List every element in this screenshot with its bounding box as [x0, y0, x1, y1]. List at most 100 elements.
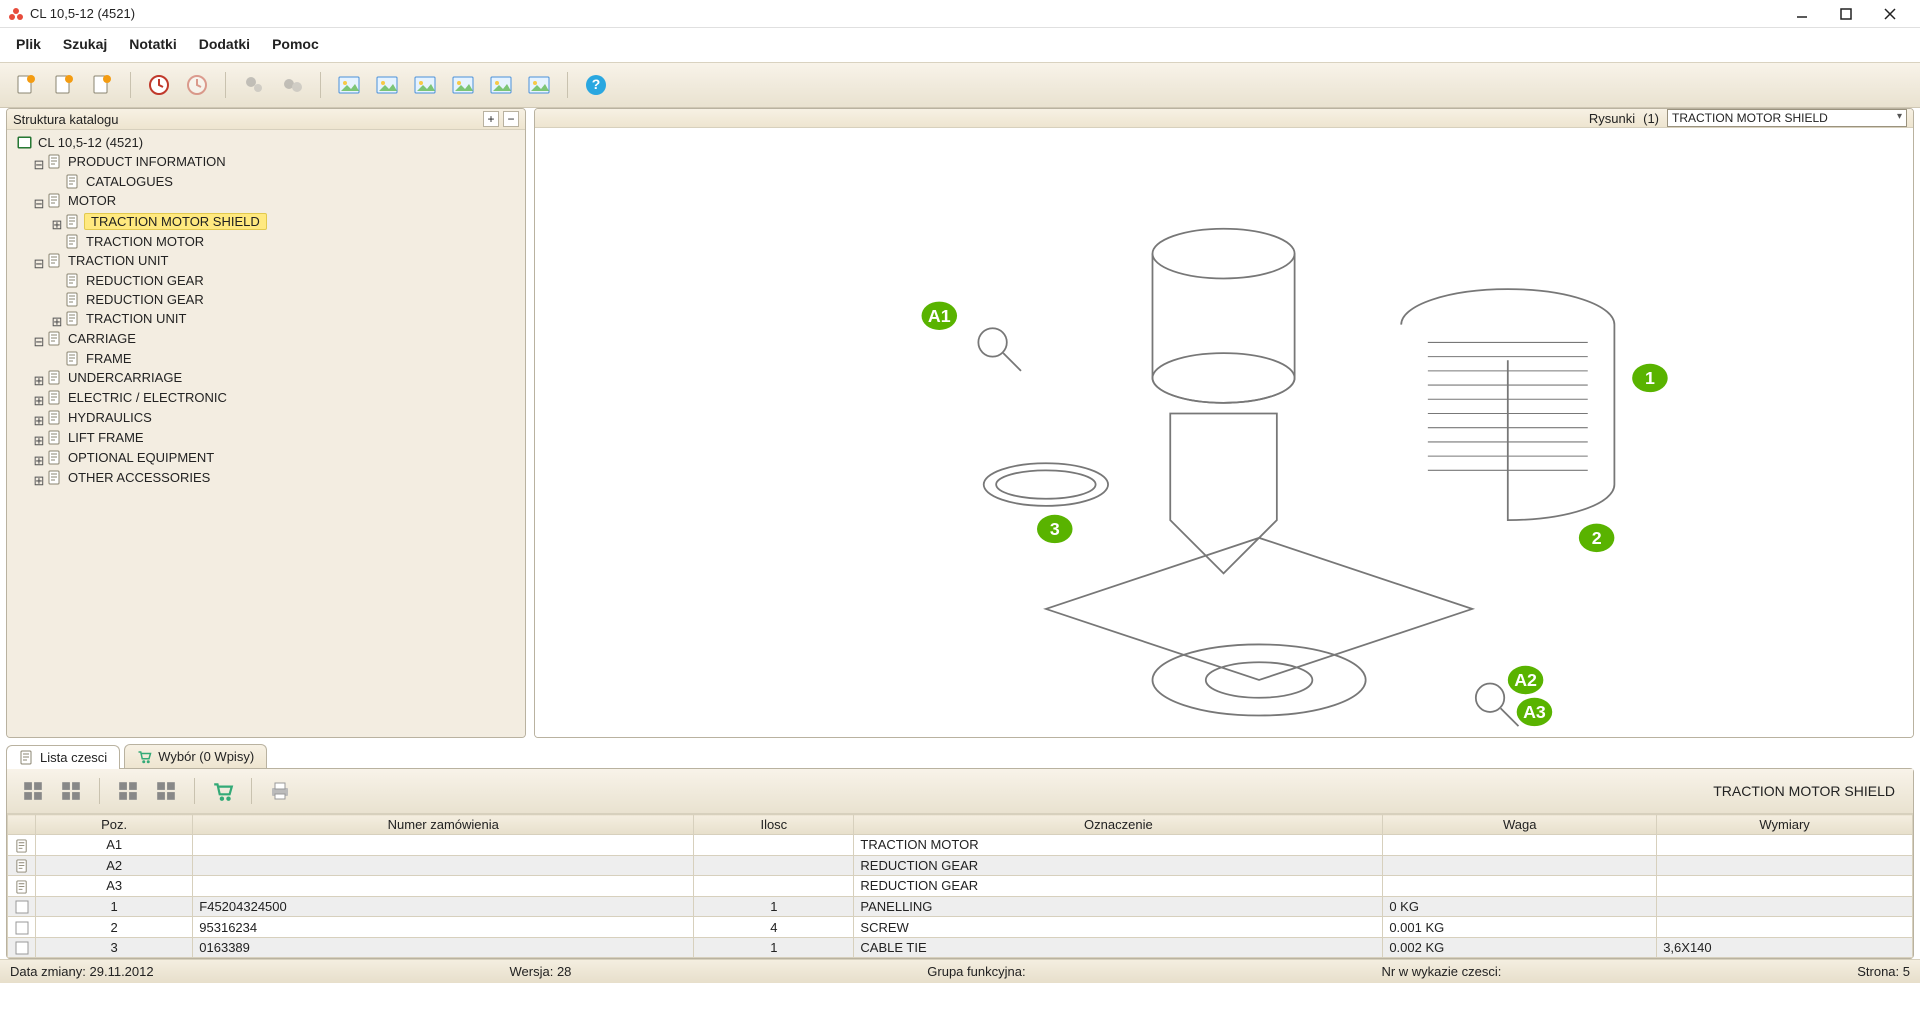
- callout-2[interactable]: 2: [1579, 523, 1615, 551]
- tree-toggle-icon[interactable]: ⊞: [51, 314, 63, 330]
- table-row[interactable]: A2REDUCTION GEAR: [8, 855, 1913, 876]
- pt-grid3-icon[interactable]: [150, 775, 182, 807]
- tree-node[interactable]: TRACTION UNIT: [45, 252, 172, 269]
- doc-icon: [65, 311, 80, 326]
- tree-toggle-icon[interactable]: ⊞: [51, 217, 63, 233]
- tree-node[interactable]: ELECTRIC / ELECTRONIC: [45, 389, 231, 406]
- tree-node[interactable]: OTHER ACCESSORIES: [45, 469, 214, 486]
- cell-weight: 0.002 KG: [1383, 937, 1657, 958]
- tree-node[interactable]: LIFT FRAME: [45, 429, 148, 446]
- col-header[interactable]: Numer zamówienia: [193, 815, 694, 835]
- tree-node[interactable]: TRACTION UNIT: [63, 310, 190, 327]
- pt-grid-add-icon[interactable]: [17, 775, 49, 807]
- tree-toggle-icon[interactable]: ⊟: [33, 334, 45, 350]
- tree-root-node[interactable]: CL 10,5-12 (4521): [15, 134, 147, 151]
- tb-help-icon[interactable]: [580, 69, 612, 101]
- pt-grid2-icon[interactable]: [112, 775, 144, 807]
- tb-new-doc-icon[interactable]: [48, 69, 80, 101]
- tree-node[interactable]: PRODUCT INFORMATION: [45, 153, 230, 170]
- col-header[interactable]: Waga: [1383, 815, 1657, 835]
- tb-image5-icon[interactable]: [523, 69, 555, 101]
- tree-node[interactable]: TRACTION MOTOR: [63, 233, 208, 250]
- table-row[interactable]: 2953162344SCREW0.001 KG: [8, 917, 1913, 938]
- drawing-label: Rysunki: [1589, 111, 1635, 126]
- tree-toggle-icon[interactable]: ⊞: [33, 433, 45, 449]
- callout-A1[interactable]: A1: [922, 301, 958, 329]
- cell-poz: A1: [36, 835, 193, 856]
- tree-node[interactable]: REDUCTION GEAR: [63, 291, 208, 308]
- cell-qty: 4: [694, 917, 854, 938]
- tree-toggle-icon[interactable]: ⊞: [33, 453, 45, 469]
- tree-toggle-icon[interactable]: ⊞: [33, 393, 45, 409]
- cell-qty: [694, 855, 854, 876]
- callout-3[interactable]: 3: [1037, 514, 1073, 542]
- tree-node[interactable]: UNDERCARRIAGE: [45, 369, 186, 386]
- close-button[interactable]: [1868, 0, 1912, 28]
- pt-print-icon[interactable]: [264, 775, 296, 807]
- tree-node[interactable]: REDUCTION GEAR: [63, 272, 208, 289]
- tb-gears2-icon[interactable]: [276, 69, 308, 101]
- parts-toolbar: TRACTION MOTOR SHIELD: [7, 769, 1913, 814]
- cell-dim: [1657, 876, 1913, 897]
- col-header[interactable]: Wymiary: [1657, 815, 1913, 835]
- menu-szukaj[interactable]: Szukaj: [53, 32, 117, 56]
- tb-image3-icon[interactable]: [409, 69, 441, 101]
- tb-image4-icon[interactable]: [485, 69, 517, 101]
- tree-node[interactable]: CARRIAGE: [45, 330, 140, 347]
- tb-refresh-icon[interactable]: [181, 69, 213, 101]
- checkbox-icon[interactable]: [15, 941, 29, 955]
- tab-selection[interactable]: Wybór (0 Wpisy): [124, 744, 267, 768]
- col-header[interactable]: Ilosc: [694, 815, 854, 835]
- checkbox-icon[interactable]: [15, 921, 29, 935]
- catalog-tree[interactable]: CL 10,5-12 (4521)⊟PRODUCT INFORMATIONCAT…: [7, 130, 525, 737]
- tree-toggle-icon[interactable]: ⊞: [33, 473, 45, 489]
- tree-node[interactable]: TRACTION MOTOR SHIELD: [63, 212, 269, 231]
- menu-notatki[interactable]: Notatki: [119, 32, 186, 56]
- pt-cart-icon[interactable]: [207, 775, 239, 807]
- tb-gears-icon[interactable]: [238, 69, 270, 101]
- table-row[interactable]: 1F452043245001PANELLING0 KG: [8, 896, 1913, 917]
- vertical-splitter[interactable]: [526, 108, 534, 738]
- drawing-canvas[interactable]: A1 1 2 3 A2 A3: [535, 128, 1913, 738]
- tree-toggle-icon[interactable]: ⊞: [33, 373, 45, 389]
- tb-export-icon[interactable]: [86, 69, 118, 101]
- table-row[interactable]: A3REDUCTION GEAR: [8, 876, 1913, 897]
- tb-home-icon[interactable]: [10, 69, 42, 101]
- tree-toggle-icon[interactable]: ⊟: [33, 256, 45, 272]
- callout-A2[interactable]: A2: [1508, 665, 1544, 693]
- tb-image2-icon[interactable]: [371, 69, 403, 101]
- tb-image-crop-icon[interactable]: [447, 69, 479, 101]
- tree-node-label: ELECTRIC / ELECTRONIC: [66, 390, 229, 405]
- col-header[interactable]: Poz.: [36, 815, 193, 835]
- tree-node[interactable]: HYDRAULICS: [45, 409, 156, 426]
- col-header[interactable]: Oznaczenie: [854, 815, 1383, 835]
- tree-toggle-icon[interactable]: ⊞: [33, 413, 45, 429]
- callout-A3[interactable]: A3: [1517, 697, 1553, 725]
- tree-toggle-icon[interactable]: ⊟: [33, 196, 45, 212]
- tree-node[interactable]: FRAME: [63, 350, 136, 367]
- minimize-button[interactable]: [1780, 0, 1824, 28]
- doc-icon: [47, 450, 62, 465]
- tree-expand-all-button[interactable]: +: [483, 111, 499, 127]
- tree-collapse-all-button[interactable]: −: [503, 111, 519, 127]
- tb-image1-icon[interactable]: [333, 69, 365, 101]
- tb-clock-icon[interactable]: [143, 69, 175, 101]
- pt-grid-icon[interactable]: [55, 775, 87, 807]
- tree-node[interactable]: OPTIONAL EQUIPMENT: [45, 449, 218, 466]
- tree-node-label: REDUCTION GEAR: [84, 273, 206, 288]
- tab-parts-list[interactable]: Lista czesci: [6, 745, 120, 769]
- doc-icon: [47, 331, 62, 346]
- maximize-button[interactable]: [1824, 0, 1868, 28]
- menu-plik[interactable]: Plik: [6, 32, 51, 56]
- table-row[interactable]: 301633891CABLE TIE0.002 KG3,6X140: [8, 937, 1913, 958]
- callout-1[interactable]: 1: [1633, 363, 1669, 391]
- table-row[interactable]: A1TRACTION MOTOR: [8, 835, 1913, 856]
- checkbox-icon[interactable]: [15, 900, 29, 914]
- menu-dodatki[interactable]: Dodatki: [189, 32, 260, 56]
- cell-desc: REDUCTION GEAR: [854, 855, 1383, 876]
- tree-node[interactable]: MOTOR: [45, 192, 120, 209]
- tree-node[interactable]: CATALOGUES: [63, 173, 177, 190]
- menu-pomoc[interactable]: Pomoc: [262, 32, 329, 56]
- tree-toggle-icon[interactable]: ⊟: [33, 157, 45, 173]
- drawing-select[interactable]: TRACTION MOTOR SHIELD: [1667, 109, 1907, 127]
